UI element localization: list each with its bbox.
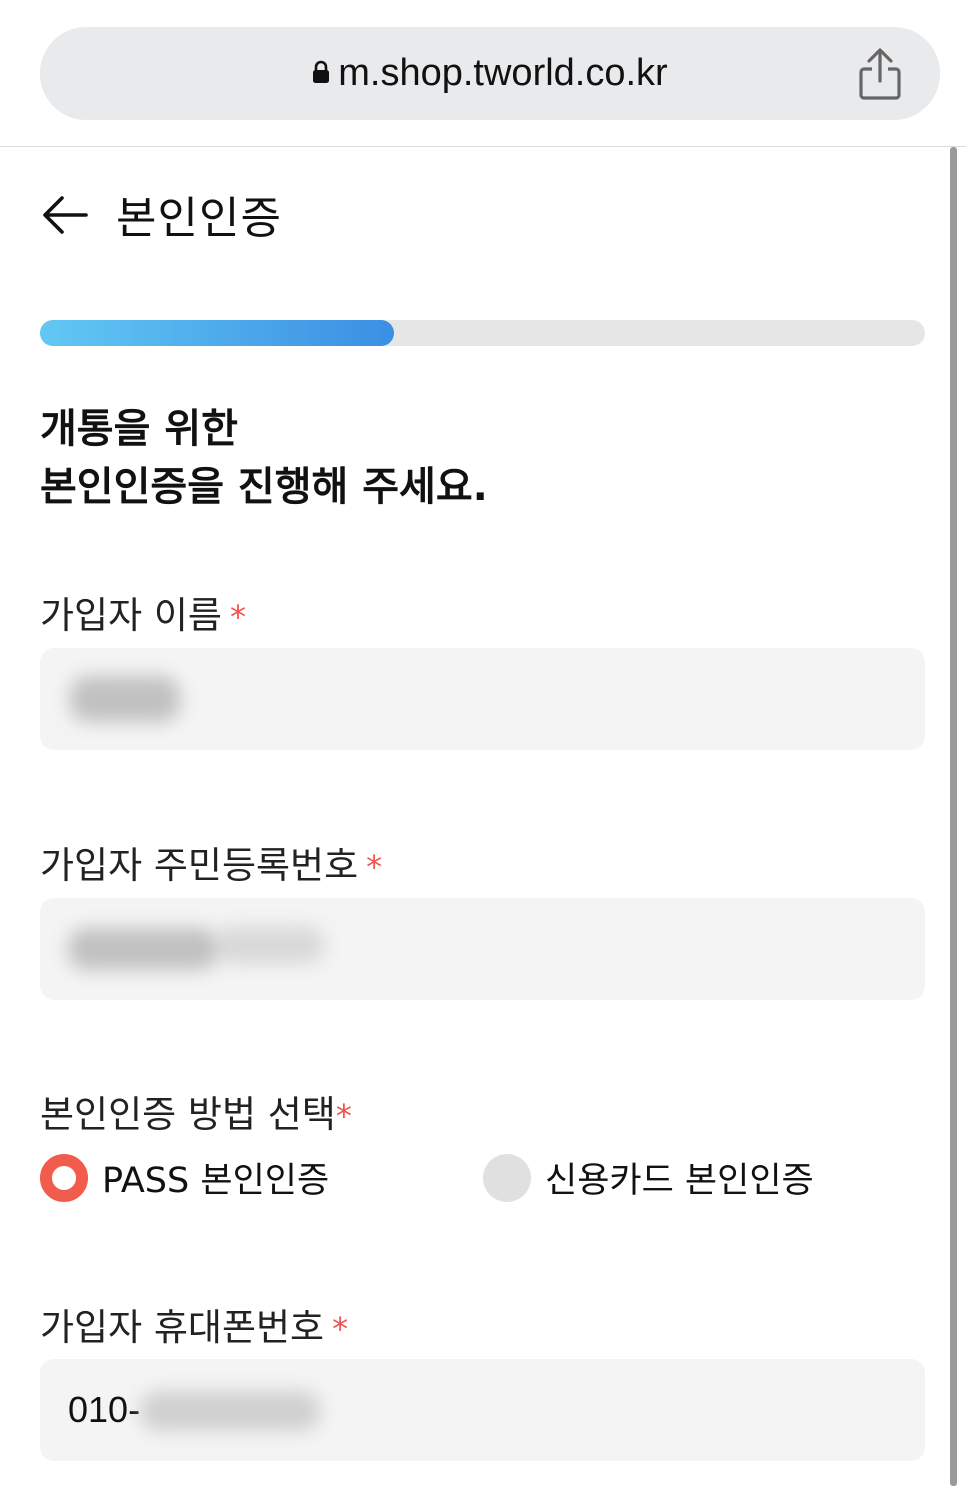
phone-label-text: 가입자 휴대폰번호 (40, 1306, 325, 1349)
radio-pass[interactable]: PASS 본인인증 (40, 1152, 329, 1203)
radio-selected-icon[interactable] (40, 1153, 88, 1202)
url-text: m.shop.tworld.co.kr (338, 52, 668, 94)
radio-unselected-icon[interactable] (483, 1153, 531, 1202)
method-label-text: 본인인증 방법 선택 (40, 1093, 336, 1136)
name-field[interactable] (40, 648, 925, 750)
page-title: 본인인증 (116, 193, 282, 244)
intro-line-1: 개통을 위한 (40, 406, 238, 452)
progress-bar (40, 320, 925, 346)
radio-credit-card-label: 신용카드 본인인증 (545, 1161, 814, 1201)
radio-credit-card[interactable]: 신용카드 본인인증 (483, 1152, 814, 1203)
intro-heading: 개통을 위한 본인인증을 진행해 주세요. (40, 400, 488, 516)
progress-fill (40, 320, 394, 346)
required-mark: * (332, 1310, 349, 1348)
redacted-rrn-front (68, 928, 218, 970)
radio-pass-label: PASS 본인인증 (102, 1161, 330, 1201)
redacted-rrn-back (215, 926, 325, 964)
intro-line-2: 본인인증을 진행해 주세요. (40, 464, 488, 510)
rrn-field[interactable] (40, 898, 925, 1000)
share-icon[interactable] (856, 47, 904, 101)
required-mark: * (229, 598, 246, 636)
rrn-label-text: 가입자 주민등록번호 (40, 844, 359, 887)
method-label: 본인인증 방법 선택* (40, 1084, 352, 1138)
phone-prefix: 010- (68, 1389, 141, 1430)
address-bar[interactable]: m.shop.tworld.co.kr (40, 27, 940, 120)
name-label-text: 가입자 이름 (40, 594, 222, 637)
back-arrow-icon[interactable] (40, 190, 90, 240)
url-display[interactable]: m.shop.tworld.co.kr (40, 27, 940, 120)
scrollbar[interactable] (950, 147, 957, 1486)
name-label: 가입자 이름 * (40, 585, 246, 639)
browser-toolbar: m.shop.tworld.co.kr (0, 0, 966, 147)
phone-label: 가입자 휴대폰번호 * (40, 1297, 348, 1351)
redacted-phone (140, 1391, 320, 1431)
required-mark: * (366, 848, 383, 886)
phone-field[interactable]: 010- (40, 1359, 925, 1461)
required-mark: * (335, 1097, 352, 1135)
redacted-name (70, 676, 180, 722)
lock-icon (313, 60, 330, 83)
rrn-label: 가입자 주민등록번호 * (40, 835, 382, 889)
